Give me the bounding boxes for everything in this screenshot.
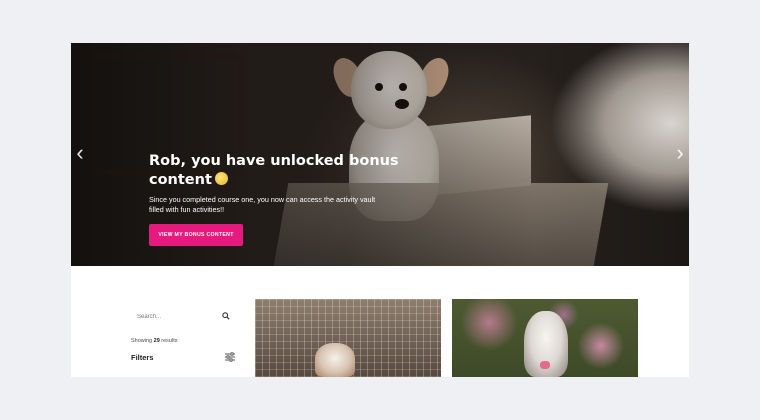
app-page: ‹ › Rob, you have unlocked bonus content…: [71, 43, 689, 377]
hero-title: Rob, you have unlocked bonus content: [149, 152, 399, 190]
sliders-icon[interactable]: [225, 352, 235, 362]
hero-banner: ‹ › Rob, you have unlocked bonus content…: [71, 43, 689, 266]
hero-subtitle: Since you completed course one, you now …: [149, 195, 376, 214]
search-input[interactable]: [137, 311, 217, 323]
view-bonus-content-button[interactable]: VIEW MY BONUS CONTENT: [149, 224, 243, 246]
grinning-emoji-icon: [214, 172, 228, 185]
results-count: Showing 29 results: [131, 338, 178, 344]
content-card-2[interactable]: [452, 299, 638, 377]
carousel-next-arrow[interactable]: ›: [673, 142, 687, 164]
filters-heading: Filters: [131, 353, 154, 362]
puppy-in-crate-image: [315, 343, 355, 377]
hero-title-text: Rob, you have unlocked bonus content: [149, 153, 399, 188]
search-icon[interactable]: [222, 312, 230, 320]
content-card-1[interactable]: [255, 299, 441, 377]
carousel-prev-arrow[interactable]: ‹: [73, 142, 87, 164]
